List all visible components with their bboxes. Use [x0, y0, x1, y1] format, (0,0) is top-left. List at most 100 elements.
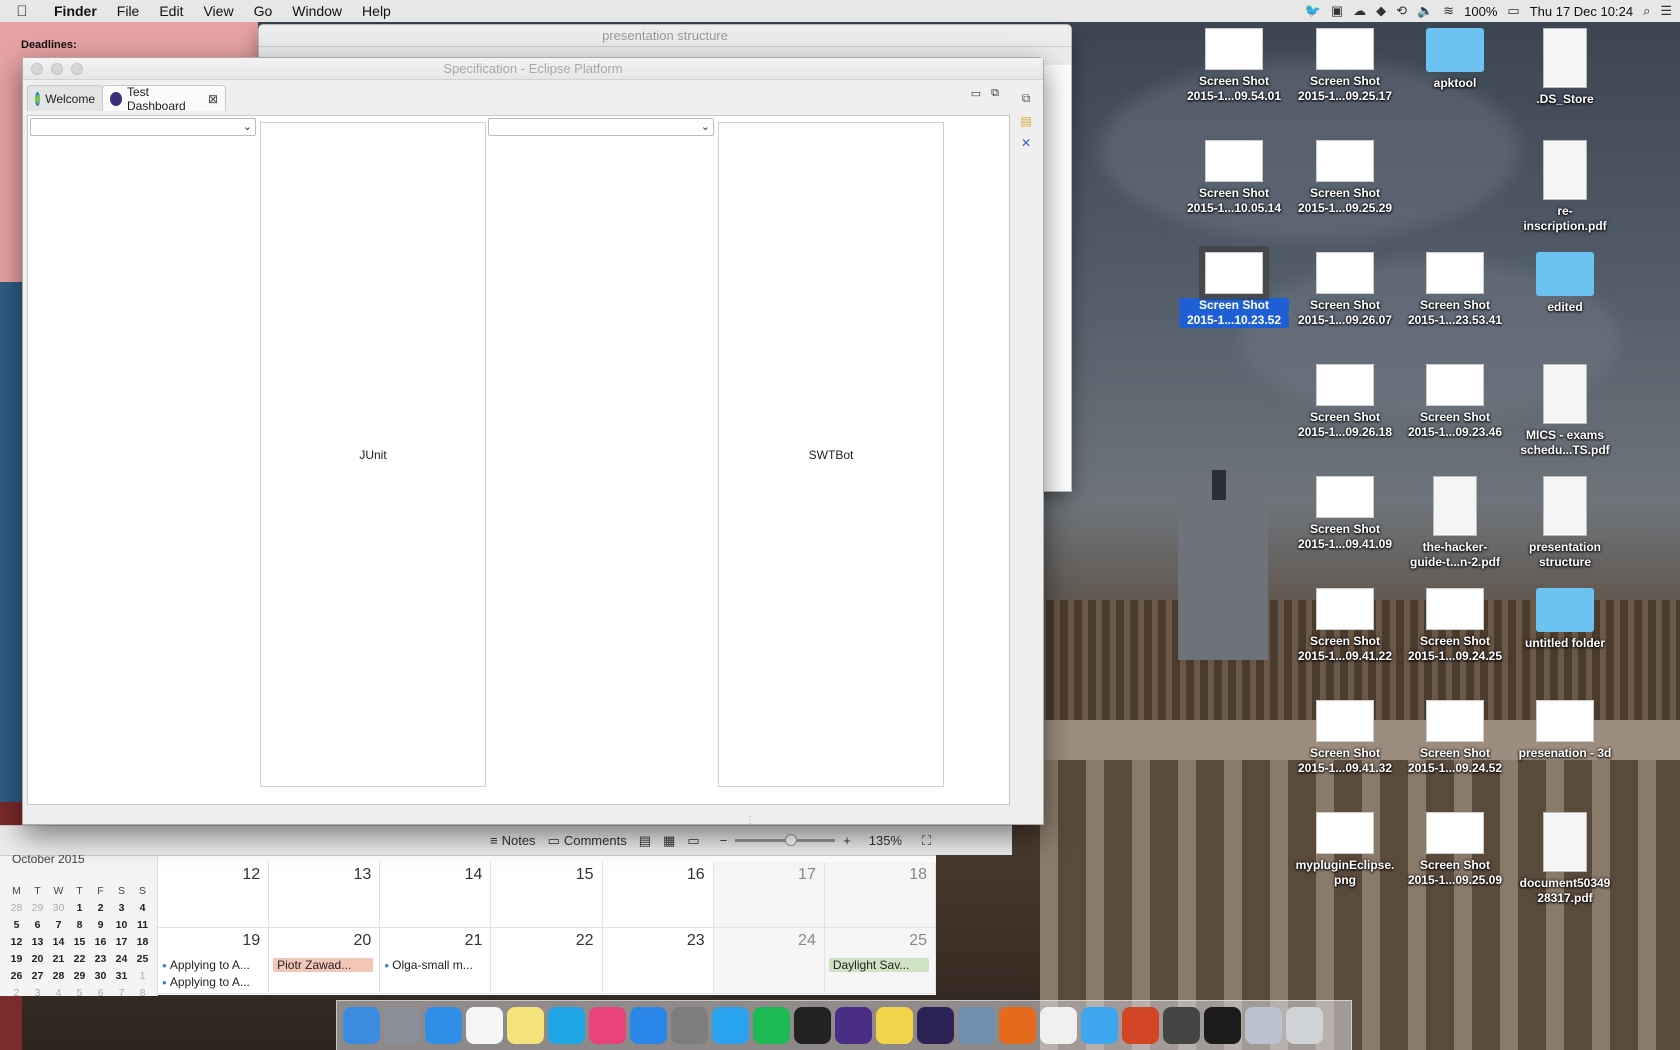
messages-icon[interactable]	[1081, 1007, 1118, 1044]
fit-window-icon[interactable]: ⛶	[922, 833, 931, 849]
mini-day[interactable]: 18	[132, 933, 153, 950]
mini-day[interactable]: 7	[111, 984, 132, 1001]
mini-day[interactable]: 8	[69, 916, 90, 933]
mini-day[interactable]: 23	[90, 950, 111, 967]
desktop-icon[interactable]: Screen Shot 2015-1...09.41.32	[1290, 700, 1400, 776]
desktop-icon[interactable]: presenation - 3d	[1510, 700, 1620, 761]
mini-day[interactable]: 4	[48, 984, 69, 1001]
zoom-in-icon[interactable]: +	[843, 833, 851, 848]
texshop-icon[interactable]	[835, 1007, 872, 1044]
mini-day[interactable]: 5	[6, 916, 27, 933]
mini-day[interactable]: 1	[69, 899, 90, 916]
evernote-status-icon[interactable]: ▣	[1331, 3, 1343, 19]
mini-day[interactable]: 7	[48, 916, 69, 933]
finder-icon[interactable]	[343, 1007, 380, 1044]
maximize-view-icon[interactable]: ⧉	[991, 87, 999, 100]
mini-day[interactable]: 1	[132, 967, 153, 984]
mini-day[interactable]: 21	[48, 950, 69, 967]
desktop-icon[interactable]: Screen Shot 2015-1...09.24.52	[1400, 700, 1510, 776]
system-preferences-icon[interactable]	[671, 1007, 708, 1044]
mini-day[interactable]: 15	[69, 933, 90, 950]
normal-view-icon[interactable]: ▤	[639, 833, 651, 849]
mini-day[interactable]: 16	[90, 933, 111, 950]
calendar-day[interactable]: 15	[491, 862, 603, 927]
mini-day[interactable]: 13	[27, 933, 48, 950]
slide-sorter-icon[interactable]: ▦	[663, 833, 675, 849]
comments-button[interactable]: ▭ Comments	[548, 833, 627, 849]
wifi-icon[interactable]: ≋	[1443, 3, 1454, 19]
notification-center-icon[interactable]: ☰	[1660, 3, 1672, 19]
junit-view-icon[interactable]: ✕	[1021, 136, 1031, 150]
eclipse-icon[interactable]	[917, 1007, 954, 1044]
twitter-icon[interactable]	[712, 1007, 749, 1044]
swtbot-panel[interactable]: SWTBot	[718, 122, 944, 787]
battery-icon[interactable]: ▭	[1507, 3, 1519, 19]
mini-day[interactable]: 4	[132, 899, 153, 916]
apple-menu-icon[interactable]: 	[0, 3, 44, 20]
mini-day[interactable]: 12	[6, 933, 27, 950]
calendar-day[interactable]: 25 Daylight Sav...	[824, 928, 936, 993]
desktop-icon[interactable]: edited	[1510, 252, 1620, 315]
mini-day[interactable]: 30	[90, 967, 111, 984]
mini-day[interactable]: 29	[27, 899, 48, 916]
calendar-day[interactable]: 17	[713, 862, 825, 927]
desktop-icon[interactable]: apktool	[1400, 28, 1510, 91]
desktop-icon[interactable]: .DS_Store	[1510, 28, 1620, 107]
mini-day[interactable]: 19	[6, 950, 27, 967]
calendar-day[interactable]: 13	[269, 862, 381, 927]
mini-day[interactable]: 9	[90, 916, 111, 933]
firefox-icon[interactable]	[999, 1007, 1036, 1044]
mini-day[interactable]: 29	[69, 967, 90, 984]
close-tab-icon[interactable]: ⊠	[208, 92, 218, 106]
desktop-icon[interactable]: Screen Shot 2015-1...09.41.09	[1290, 476, 1400, 552]
terminal-icon[interactable]	[794, 1007, 831, 1044]
textedit-icon[interactable]	[1040, 1007, 1077, 1044]
mini-day[interactable]: 25	[132, 950, 153, 967]
mini-day[interactable]: 10	[111, 916, 132, 933]
mini-day[interactable]: 27	[27, 967, 48, 984]
calendar-day[interactable]: 14	[380, 862, 492, 927]
appstore-icon[interactable]	[630, 1007, 667, 1044]
desktop-icon[interactable]: Screen Shot 2015-1...09.41.22	[1290, 588, 1400, 664]
zoom-window-button[interactable]	[71, 63, 83, 75]
preview-icon[interactable]	[958, 1007, 995, 1044]
desktop-icon[interactable]: Screen Shot 2015-1...09.24.25	[1400, 588, 1510, 664]
zoom-slider[interactable]	[735, 834, 836, 846]
mini-day[interactable]: 6	[27, 916, 48, 933]
menu-window[interactable]: Window	[282, 3, 352, 19]
mini-day[interactable]: 3	[27, 984, 48, 1001]
skype-icon[interactable]	[548, 1007, 585, 1044]
calendar-day[interactable]: 16	[603, 862, 714, 927]
mini-day[interactable]: 2	[90, 899, 111, 916]
slideshow-icon[interactable]: ▭	[687, 833, 699, 849]
tab-welcome[interactable]: Welcome	[27, 85, 103, 111]
mini-day[interactable]: 30	[48, 899, 69, 916]
mini-day[interactable]: 17	[111, 933, 132, 950]
zoom-out-icon[interactable]: −	[720, 833, 728, 848]
stickies-icon[interactable]	[876, 1007, 913, 1044]
calendar-event[interactable]: Piotr Zawad...	[273, 958, 374, 972]
calendar-icon[interactable]	[466, 1007, 503, 1044]
desktop-icon[interactable]: Screen Shot 2015-1...09.54.01	[1179, 28, 1289, 104]
menu-edit[interactable]: Edit	[149, 3, 193, 19]
mini-day[interactable]: 14	[48, 933, 69, 950]
mini-day[interactable]: 28	[48, 967, 69, 984]
mini-day[interactable]: 3	[111, 899, 132, 916]
desktop-icon[interactable]: presentation structure	[1510, 476, 1620, 570]
mini-day[interactable]: 28	[6, 899, 27, 916]
mini-day[interactable]: 26	[6, 967, 27, 984]
itunes-icon[interactable]	[589, 1007, 626, 1044]
presentation-window-edge[interactable]	[0, 282, 22, 802]
desktop-icon[interactable]: the-hacker-guide-t...n-2.pdf	[1400, 476, 1510, 570]
minimize-view-icon[interactable]: ▭	[971, 87, 981, 100]
desktop-icon[interactable]: Screen Shot 2015-1...09.25.29	[1290, 140, 1400, 216]
mini-day[interactable]: 31	[111, 967, 132, 984]
spotlight-search-icon[interactable]: ⌕	[1643, 3, 1650, 19]
calendar-day[interactable]: 19 Applying to A... Applying to A...	[158, 928, 270, 993]
safari-icon[interactable]	[425, 1007, 462, 1044]
desktop-icon[interactable]: mypluginEclipse. png	[1290, 812, 1400, 888]
mini-day[interactable]: 11	[132, 916, 153, 933]
mini-day[interactable]: 6	[90, 984, 111, 1001]
right-combo-box[interactable]: ⌄	[488, 118, 714, 136]
menu-help[interactable]: Help	[352, 3, 401, 19]
